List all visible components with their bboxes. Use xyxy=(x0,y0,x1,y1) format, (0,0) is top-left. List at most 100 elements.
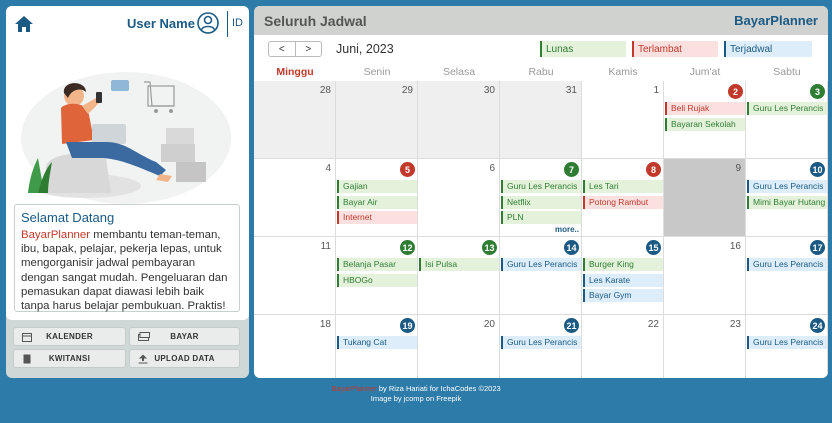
calendar-event[interactable]: Burger King xyxy=(583,258,663,271)
day-number: 9 xyxy=(735,163,741,174)
day-cell[interactable]: 19 Tukang Cat xyxy=(336,315,418,378)
day-cell[interactable]: 13 Isi Pulsa xyxy=(418,237,500,315)
user-avatar-icon[interactable] xyxy=(197,12,219,34)
day-cell[interactable]: 29 xyxy=(336,81,418,159)
day-cell[interactable]: 9 xyxy=(664,159,746,237)
upload-data-button[interactable]: UPLOAD DATA xyxy=(129,349,240,368)
calendar-event[interactable]: Guru Les Perancis xyxy=(501,336,581,349)
day-cell[interactable]: 31 xyxy=(500,81,582,159)
calendar-event[interactable]: Guru Les Perancis xyxy=(747,102,827,115)
more-events-link[interactable]: more.. xyxy=(555,225,579,234)
day-number: 21 xyxy=(564,318,579,333)
receipt-icon xyxy=(23,354,31,364)
footer-brand[interactable]: BayarPlanner xyxy=(331,384,376,393)
weekday-0: Minggu xyxy=(276,66,314,78)
footer: BayarPlanner by Riza Hariati for IchaCod… xyxy=(0,384,832,404)
day-number: 19 xyxy=(400,318,415,333)
calendar-event[interactable]: Guru Les Perancis xyxy=(501,180,581,193)
calendar-event[interactable]: Bayar Air xyxy=(337,195,417,209)
user-name[interactable]: User Name xyxy=(127,16,195,31)
calendar-panel: Seluruh Jadwal BayarPlanner < > Juni, 20… xyxy=(254,6,828,378)
day-number: 1 xyxy=(653,85,659,96)
calendar-event[interactable]: Guru Les Perancis xyxy=(747,180,827,193)
day-cell[interactable]: 17 Guru Les Perancis xyxy=(746,237,828,315)
day-cell[interactable]: 10 Guru Les Perancis Mimi Bayar Hutang xyxy=(746,159,828,237)
calendar-event[interactable]: HBOGo xyxy=(337,273,417,287)
day-cell[interactable]: 8 Les Tari Potong Rambut xyxy=(582,159,664,237)
kalender-button[interactable]: KALENDER xyxy=(13,327,126,346)
day-cell[interactable]: 4 xyxy=(254,159,336,237)
footer-credit: BayarPlanner by Riza Hariati for IchaCod… xyxy=(0,384,832,394)
calendar-event[interactable]: Tukang Cat xyxy=(337,336,417,349)
footer-image-credit[interactable]: Image by jcomp on Freepik xyxy=(0,394,832,404)
day-number: 29 xyxy=(401,85,413,96)
next-month-button[interactable]: > xyxy=(296,42,322,56)
page-title: Seluruh Jadwal xyxy=(264,12,367,29)
day-cell[interactable]: 1 xyxy=(582,81,664,159)
calendar-event[interactable]: Internet xyxy=(337,211,417,224)
day-cell[interactable]: 30 xyxy=(418,81,500,159)
legend-terjadwal: Terjadwal xyxy=(724,41,812,57)
calendar-event[interactable]: Netflix xyxy=(501,195,581,209)
day-cell[interactable]: 11 xyxy=(254,237,336,315)
calendar-header: Seluruh Jadwal BayarPlanner xyxy=(254,6,828,35)
day-cell[interactable]: 16 xyxy=(664,237,746,315)
calendar-event[interactable]: Beli Rujak xyxy=(665,102,745,115)
calendar-event[interactable]: Belanja Pasar xyxy=(337,258,417,271)
day-number: 11 xyxy=(320,241,331,252)
day-cell[interactable]: 15 Burger King Les Karate Bayar Gym xyxy=(582,237,664,315)
welcome-card: User Name ID Selamat Datang BayarPlanner… xyxy=(6,6,249,320)
calendar-icon xyxy=(22,333,32,342)
weekday-1: Senin xyxy=(363,66,391,78)
day-cell[interactable]: 14 Guru Les Perancis xyxy=(500,237,582,315)
home-icon[interactable] xyxy=(14,15,34,33)
calendar-event[interactable]: PLN xyxy=(501,211,581,224)
day-cell[interactable]: 23 xyxy=(664,315,746,378)
day-cell[interactable]: 6 xyxy=(418,159,500,237)
day-cell[interactable]: 7 Guru Les Perancis Netflix PLN more.. xyxy=(500,159,582,237)
divider xyxy=(227,11,228,37)
language-switch[interactable]: ID xyxy=(232,17,243,29)
brand-name: BayarPlanner xyxy=(21,229,91,241)
calendar-event[interactable]: Guru Les Perancis xyxy=(747,336,827,349)
day-number: 23 xyxy=(729,319,741,330)
calendar-event[interactable]: Gajian xyxy=(337,180,417,193)
day-cell[interactable]: 12 Belanja Pasar HBOGo xyxy=(336,237,418,315)
month-navigation: < > xyxy=(268,41,322,57)
weekday-6: Sabtu xyxy=(773,66,801,78)
calendar-event[interactable]: Les Tari xyxy=(583,180,663,193)
calendar-grid: 28 29 30 31 1 2 Beli Rujak Bayaran Sekolah 3 Guru… xyxy=(254,81,828,378)
bayar-button[interactable]: BAYAR xyxy=(129,327,240,346)
day-number: 6 xyxy=(489,163,495,174)
welcome-description: membantu teman-teman, ibu, bapak, pelaja… xyxy=(21,229,228,313)
welcome-box: Selamat Datang BayarPlanner membantu tem… xyxy=(14,204,240,312)
calendar-event[interactable]: Les Karate xyxy=(583,273,663,287)
day-number: 31 xyxy=(565,85,577,96)
calendar-event[interactable]: Guru Les Perancis xyxy=(501,258,581,271)
app-brand: BayarPlanner xyxy=(734,13,818,28)
calendar-event[interactable]: Potong Rambut xyxy=(583,195,663,209)
day-cell[interactable]: 5 Gajian Bayar Air Internet xyxy=(336,159,418,237)
kwitansi-button[interactable]: KWITANSI xyxy=(13,349,126,368)
day-cell[interactable]: 18 xyxy=(254,315,336,378)
legend-terlambat: Terlambat xyxy=(632,41,718,57)
calendar-event[interactable]: Guru Les Perancis xyxy=(747,258,827,271)
prev-month-button[interactable]: < xyxy=(269,42,296,56)
calendar-event[interactable]: Isi Pulsa xyxy=(419,258,499,271)
day-cell[interactable]: 20 xyxy=(418,315,500,378)
weekday-5: Jum'at xyxy=(689,66,721,78)
welcome-text: BayarPlanner membantu teman-teman, ibu, … xyxy=(21,228,233,313)
calendar-event[interactable]: Bayaran Sekolah xyxy=(665,117,745,131)
day-cell[interactable]: 3 Guru Les Perancis xyxy=(746,81,828,159)
day-cell[interactable]: 28 xyxy=(254,81,336,159)
day-number: 20 xyxy=(483,319,495,330)
calendar-event[interactable]: Mimi Bayar Hutang xyxy=(747,195,827,209)
current-month: Juni, 2023 xyxy=(336,42,394,56)
day-number: 14 xyxy=(564,240,579,255)
day-cell[interactable]: 22 xyxy=(582,315,664,378)
day-cell[interactable]: 24 Guru Les Perancis xyxy=(746,315,828,378)
calendar-event[interactable]: Bayar Gym xyxy=(583,289,663,302)
bayar-label: BAYAR xyxy=(170,332,199,341)
day-cell[interactable]: 21 Guru Les Perancis xyxy=(500,315,582,378)
day-cell[interactable]: 2 Beli Rujak Bayaran Sekolah xyxy=(664,81,746,159)
